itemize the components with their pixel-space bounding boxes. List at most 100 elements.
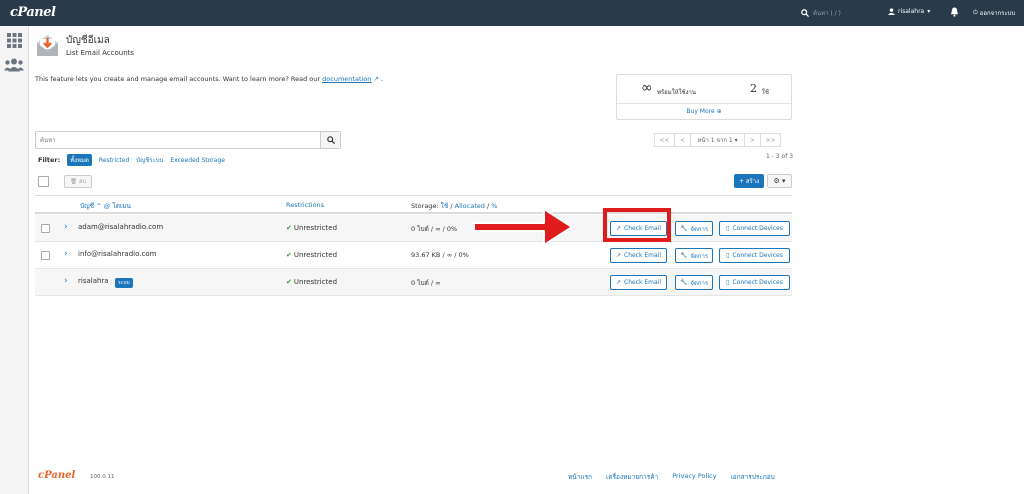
top-search-placeholder[interactable]: ค้นหา ( / ) <box>813 8 841 18</box>
first-page-button[interactable]: << <box>654 133 675 147</box>
expand-chevron-icon[interactable]: › <box>64 222 68 232</box>
intro-suffix: . <box>381 75 384 83</box>
connect-devices-button[interactable]: ▯ Connect Devices <box>719 275 790 290</box>
storage-prefix: Storage: <box>411 202 441 210</box>
sidebar <box>0 26 29 494</box>
grid-icon[interactable] <box>6 32 23 49</box>
row-checkbox[interactable] <box>41 251 50 260</box>
buy-more-link[interactable]: Buy More ⊕ <box>617 108 791 115</box>
logout-button[interactable]: ⏻ ออกจากระบบ <box>973 8 1015 18</box>
top-search[interactable]: ค้นหา ( / ) <box>801 8 841 18</box>
page-subtitle: List Email Accounts <box>66 49 135 57</box>
used-count: 2 <box>750 82 757 95</box>
check-icon: ✔ <box>286 278 292 286</box>
page-title: บัญชีอีเมล <box>66 35 110 46</box>
table-header: บัญชี ^ @ โดเมน Restrictions Storage: ใช… <box>35 195 792 214</box>
wrench-icon: 🔧 <box>679 279 688 286</box>
row-checkbox[interactable] <box>41 224 50 233</box>
delete-label: ลบ <box>79 178 86 185</box>
intro-body: This feature lets you create and manage … <box>35 75 321 83</box>
filter-exceeded[interactable]: Exceeded Storage <box>170 157 225 164</box>
account-name: risalahra <box>78 277 109 285</box>
system-badge: ระบบ <box>115 278 133 288</box>
wrench-icon: 🔧 <box>679 225 688 232</box>
mobile-icon: ▯ <box>726 225 730 232</box>
footer-cpanel-logo[interactable]: cPanel <box>38 470 75 481</box>
filter-label: Filter: <box>38 156 61 164</box>
mobile-icon: ▯ <box>726 252 730 259</box>
version-label: 100.0.11 <box>90 474 115 480</box>
filter-system[interactable]: บัญชีระบบ <box>136 155 163 165</box>
connect-devices-button[interactable]: ▯ Connect Devices <box>719 248 790 263</box>
caret-down-icon: ▾ <box>927 8 931 15</box>
manage-button[interactable]: 🔧 จัดการ <box>675 275 713 290</box>
restrictions-header[interactable]: Restrictions <box>286 201 324 209</box>
create-button[interactable]: + สร้าง <box>734 174 764 188</box>
used-label: ใช้ <box>762 89 770 96</box>
mobile-icon: ▯ <box>726 279 730 286</box>
account-name: adam@risalahradio.com <box>78 223 164 231</box>
intro-text: This feature lets you create and manage … <box>35 75 383 83</box>
search-icon <box>326 136 335 144</box>
connect-devices-label: Connect Devices <box>732 252 783 259</box>
check-email-button[interactable]: ↗ Check Email <box>610 248 667 263</box>
filter-all[interactable]: ทั้งหมด <box>67 154 92 166</box>
next-page-button[interactable]: > <box>744 133 761 147</box>
prev-page-button[interactable]: < <box>674 133 691 147</box>
storage-value: 0 ไบต์ / ∞ <box>411 279 441 287</box>
user-menu[interactable]: risalahra ▾ <box>888 8 930 15</box>
footer-link-home[interactable]: หน้าแรก <box>568 472 592 482</box>
account-name: info@risalahradio.com <box>78 250 157 258</box>
expand-chevron-icon[interactable]: › <box>64 276 68 286</box>
filter-restricted[interactable]: Restricted <box>99 157 129 164</box>
bell-icon[interactable] <box>950 7 959 19</box>
last-page-button[interactable]: >> <box>760 133 781 147</box>
restriction-status: ✔ Unrestricted <box>286 251 337 259</box>
infinity-symbol: ∞ <box>641 80 653 96</box>
cpanel-logo[interactable]: cPanel <box>10 5 56 20</box>
search-input[interactable] <box>36 132 321 148</box>
table-row: › adam@risalahradio.com ✔ Unrestricted 0 … <box>35 215 792 242</box>
manage-button[interactable]: 🔧 จัดการ <box>675 248 713 263</box>
footer-link-privacy[interactable]: Privacy Policy <box>672 472 716 482</box>
settings-menu-button[interactable]: ⚙ ▾ <box>767 174 792 188</box>
check-icon: ✔ <box>286 251 292 259</box>
connect-devices-button[interactable]: ▯ Connect Devices <box>719 221 790 236</box>
manage-button[interactable]: 🔧 จัดการ <box>675 221 713 236</box>
annotation-highlight-box <box>603 208 671 242</box>
connect-devices-label: Connect Devices <box>732 279 783 286</box>
storage-value: 0 ไบต์ / ∞ / 0% <box>411 225 458 233</box>
manage-label: จัดการ <box>690 252 709 260</box>
page-select[interactable]: หน้า 1 จาก 1 ▾ <box>690 133 745 147</box>
select-all-checkbox[interactable] <box>38 176 49 187</box>
footer-link-docs[interactable]: เอกสารประกอบ <box>731 472 775 482</box>
search-button[interactable] <box>320 132 340 148</box>
manage-label: จัดการ <box>690 279 709 287</box>
trash-icon: 🗑 <box>70 178 78 185</box>
username: risalahra <box>898 8 925 15</box>
check-email-button[interactable]: ↗ Check Email <box>610 275 667 290</box>
documentation-link[interactable]: documentation <box>322 75 371 83</box>
delete-button[interactable]: 🗑 ลบ <box>64 175 92 188</box>
sort-account-header[interactable]: บัญชี ^ @ โดเมน <box>80 201 131 211</box>
expand-chevron-icon[interactable]: › <box>64 249 68 259</box>
restriction-label: Unrestricted <box>293 224 338 232</box>
table-row: › info@risalahradio.com ✔ Unrestricted 93… <box>35 242 792 269</box>
external-link-icon: ↗ <box>615 279 621 286</box>
users-icon[interactable] <box>4 56 24 73</box>
search-icon <box>801 9 809 17</box>
restriction-status: ✔ Unrestricted <box>286 224 337 232</box>
restriction-label: Unrestricted <box>293 278 338 286</box>
external-link-icon[interactable]: ↗ <box>371 75 378 83</box>
annotation-arrow <box>473 208 573 246</box>
email-accounts-icon <box>37 35 58 56</box>
check-icon: ✔ <box>286 224 292 232</box>
footer-link-trademarks[interactable]: เครื่องหมายการค้า <box>606 472 658 482</box>
table-row: › risalahra ระบบ ✔ Unrestricted 0 ไบต์ / … <box>35 269 792 296</box>
check-email-label: Check Email <box>624 279 662 286</box>
logout-icon: ⏻ <box>973 9 978 16</box>
logout-label: ออกจากระบบ <box>979 10 1016 17</box>
footer-links: หน้าแรก เครื่องหมายการค้า Privacy Policy… <box>568 472 775 482</box>
available-label: พร้อมให้ใช้งาน <box>657 89 697 96</box>
top-navbar: cPanel ค้นหา ( / ) risalahra ▾ ⏻ ออกจากร… <box>0 0 1024 26</box>
